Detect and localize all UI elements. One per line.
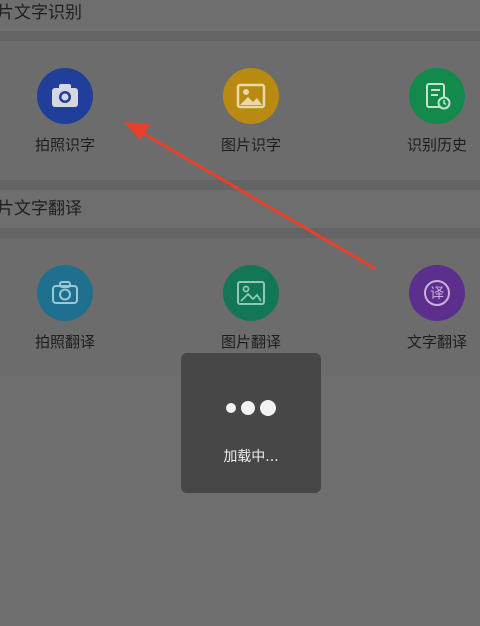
- loading-dot: [241, 401, 255, 415]
- loading-text: 加载中...: [223, 449, 279, 465]
- loading-dot: [226, 403, 236, 413]
- annotation-arrow: [124, 122, 376, 270]
- loading-dot: [260, 400, 276, 416]
- loading-dots-icon: [181, 400, 321, 416]
- loading-toast: 加载中...: [181, 353, 321, 493]
